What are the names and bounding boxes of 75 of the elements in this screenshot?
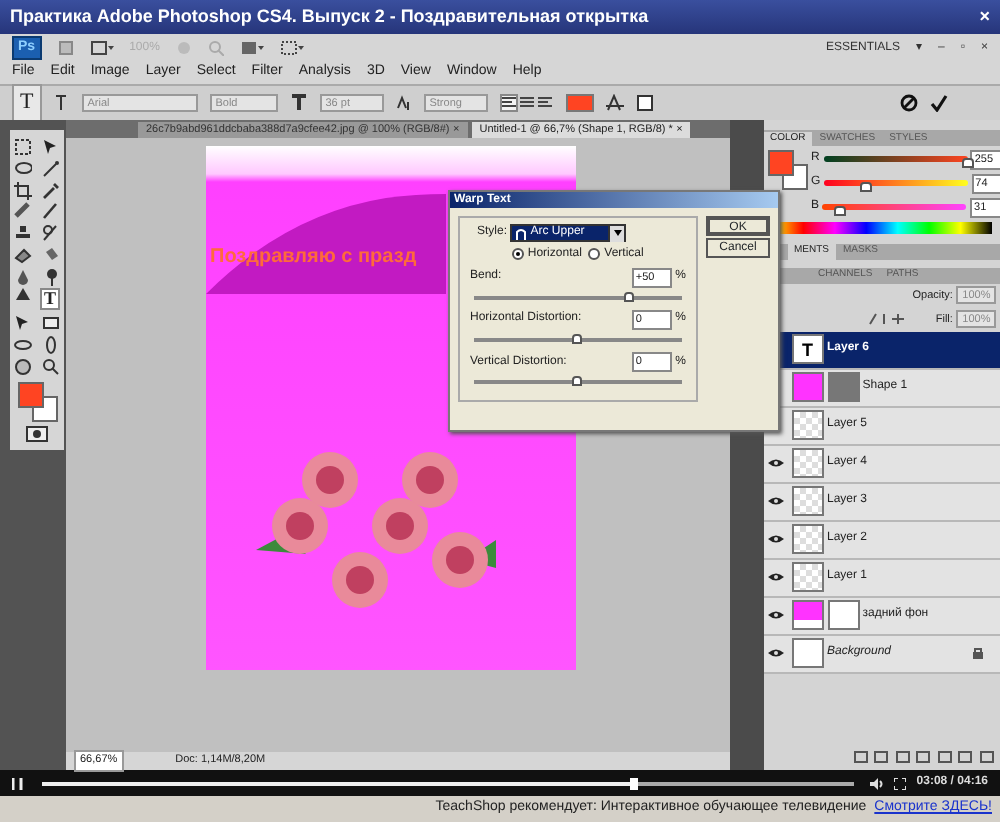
eyedropper-icon[interactable]: [42, 181, 60, 199]
layer-thumbnail: [791, 600, 824, 631]
path-select-icon[interactable]: [14, 314, 32, 332]
drop-icon[interactable]: [14, 267, 32, 285]
mask-thumbnail: [827, 600, 859, 631]
font-size-icon[interactable]: [289, 94, 308, 112]
layer-thumbnail: [791, 562, 824, 593]
eye-icon[interactable]: [768, 648, 784, 659]
extras-icon[interactable]: [279, 40, 304, 56]
progress-thumb[interactable]: [630, 777, 639, 789]
rectangle-shape-icon[interactable]: [42, 314, 60, 332]
type-tool[interactable]: T: [39, 288, 60, 311]
bandage-icon[interactable]: [14, 202, 32, 221]
radio-button[interactable]: [588, 248, 601, 261]
slider-thumb[interactable]: [624, 291, 634, 302]
crop-icon[interactable]: [14, 181, 32, 199]
align-left-button[interactable]: [499, 94, 518, 112]
channel-slider[interactable]: [822, 204, 967, 211]
color-swatches[interactable]: [18, 382, 58, 423]
fullscreen-icon[interactable]: [894, 777, 907, 789]
slider-thumb[interactable]: [572, 334, 582, 344]
radio-button[interactable]: [512, 248, 525, 261]
cancel-icon[interactable]: [900, 94, 918, 112]
commit-check-icon[interactable]: [930, 94, 948, 112]
move-icon[interactable]: [42, 138, 60, 156]
slider-thumb[interactable]: [859, 182, 872, 193]
greeting-text: Поздравляю с празд: [210, 244, 417, 272]
zoom-icon[interactable]: [42, 357, 60, 375]
slider-thumb[interactable]: [572, 376, 582, 387]
3d-orbit-icon[interactable]: [42, 335, 60, 354]
eye-icon[interactable]: [768, 572, 784, 583]
layer-thumbnail: [791, 638, 824, 669]
warp-text-icon[interactable]: [605, 94, 624, 112]
channel-slider[interactable]: [823, 180, 968, 187]
eraser-icon[interactable]: [14, 245, 32, 264]
magic-wand-icon[interactable]: [42, 159, 60, 178]
type-tool-preset[interactable]: T: [12, 84, 42, 122]
arrange-icon[interactable]: [239, 40, 264, 56]
eye-icon[interactable]: [768, 610, 784, 621]
eye-icon[interactable]: [768, 496, 784, 507]
layer-thumbnail: [791, 486, 824, 517]
eye-icon[interactable]: [768, 458, 784, 469]
screen-mode-icon[interactable]: [89, 40, 114, 56]
lock-icon: [972, 646, 984, 661]
text-color-swatch[interactable]: [565, 94, 594, 112]
3d-rotate-icon[interactable]: [14, 335, 32, 354]
channel-slider[interactable]: [823, 156, 968, 163]
lasso-icon[interactable]: [14, 159, 32, 178]
text-orientation-icon[interactable]: [53, 94, 70, 112]
stamp-icon[interactable]: [14, 224, 32, 242]
lock-options-icon[interactable]: [868, 312, 909, 327]
volume-icon[interactable]: [870, 777, 885, 789]
panels-icon[interactable]: [635, 94, 654, 112]
caret-icon[interactable]: [608, 225, 625, 241]
close-button[interactable]: ×: [979, 3, 990, 31]
dodge-icon[interactable]: [42, 267, 60, 285]
brush-icon[interactable]: [42, 202, 60, 221]
parameter-slider[interactable]: [474, 380, 682, 385]
layer-thumbnail: [791, 524, 824, 555]
slider-thumb[interactable]: [833, 206, 846, 217]
parameter-slider[interactable]: [474, 295, 682, 300]
layer-thumbnail: [791, 372, 824, 403]
pause-icon[interactable]: [12, 777, 24, 789]
layer-thumbnail: [791, 448, 824, 479]
layer-thumbnail: [791, 410, 824, 441]
text-layer-thumbnail: T: [791, 334, 824, 365]
window-title: Практика Adobe Photoshop CS4. Выпуск 2 - Поздравительная открытка: [10, 3, 649, 30]
mask-thumbnail: [827, 372, 859, 403]
marquee-icon[interactable]: [14, 138, 32, 156]
color-swatches[interactable]: [767, 149, 808, 190]
arc-icon: [516, 227, 527, 239]
history-brush-icon[interactable]: [42, 224, 60, 242]
eye-icon[interactable]: [768, 534, 784, 545]
quick-mask-icon[interactable]: [26, 426, 48, 442]
antialias-icon[interactable]: [395, 94, 412, 112]
